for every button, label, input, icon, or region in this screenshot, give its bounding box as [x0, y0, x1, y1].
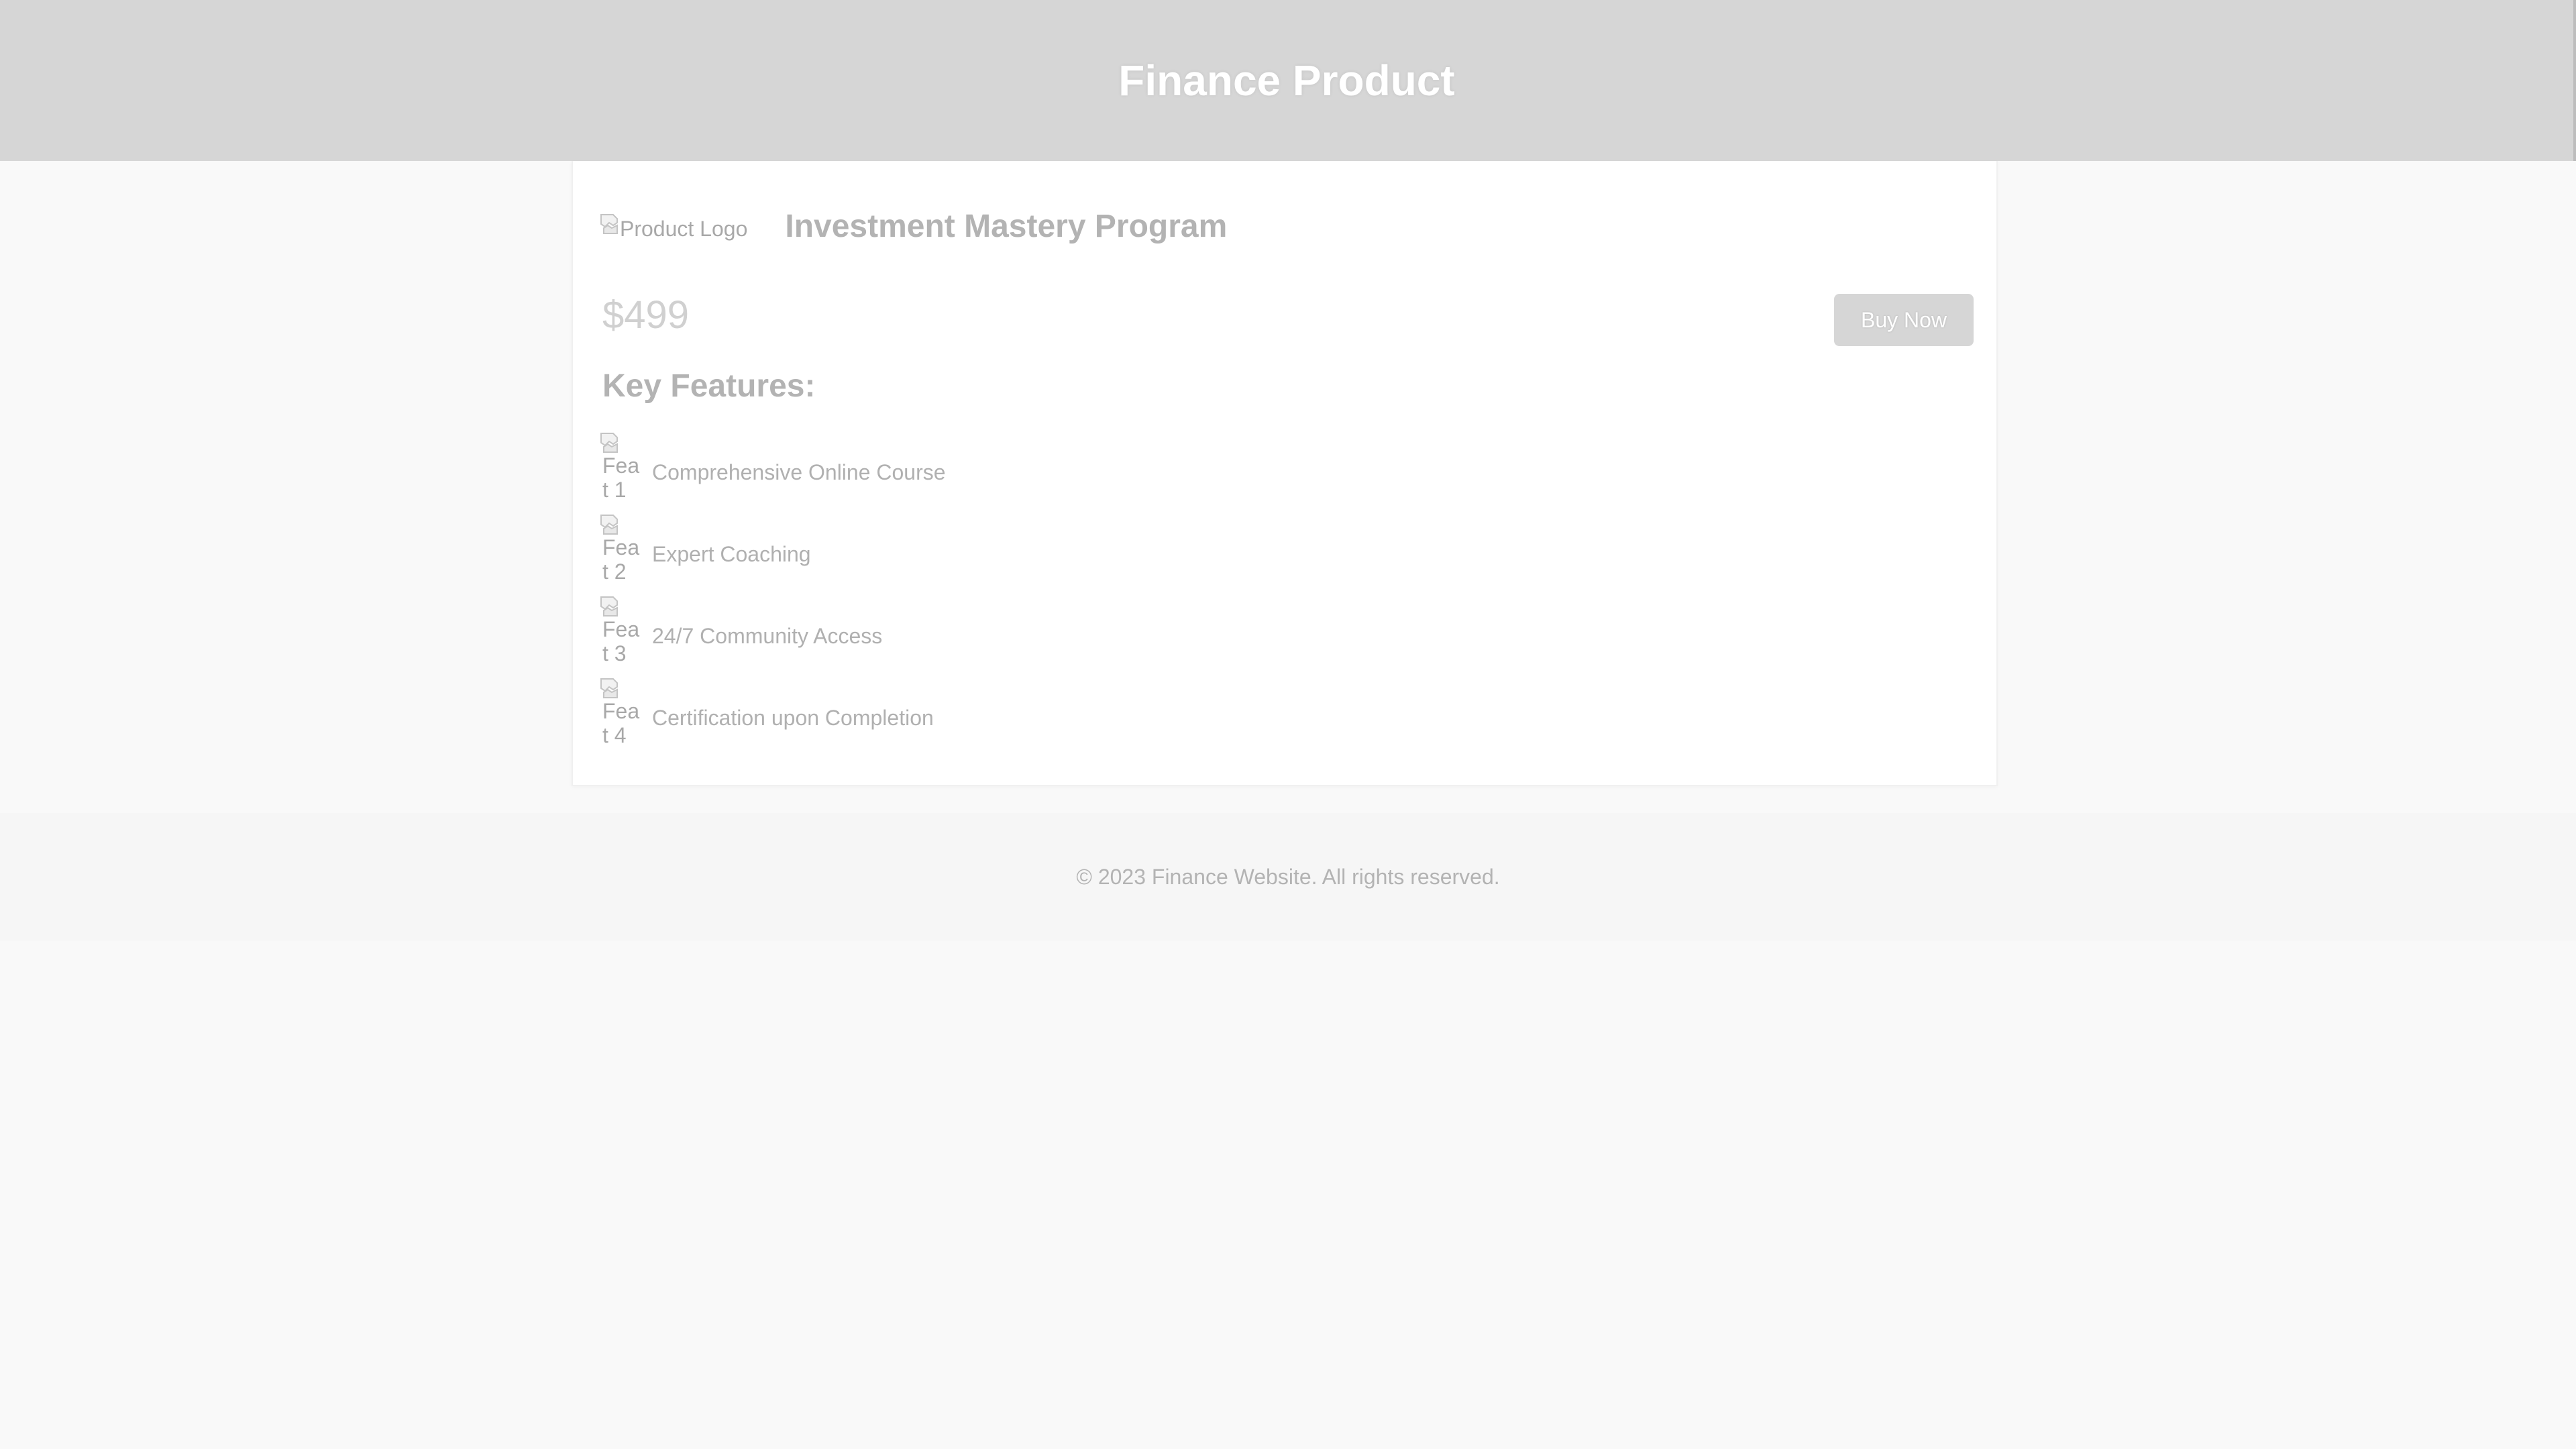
feature-label: 24/7 Community Access [652, 624, 883, 648]
product-logo: Product Logo [600, 213, 747, 240]
product-header: Product Logo Investment Mastery Program [600, 208, 1227, 245]
features-title: Key Features: [602, 368, 816, 404]
broken-image-icon [600, 678, 620, 699]
broken-image-icon [600, 514, 620, 535]
page-footer: © 2023 Finance Website. All rights reser… [0, 813, 2576, 941]
feature-icon-alt: Feat 1 [602, 453, 640, 502]
feature-icon: Feat 2 [600, 514, 641, 589]
list-item: Feat 2 Expert Coaching [600, 514, 946, 596]
product-logo-alt: Product Logo [620, 216, 748, 241]
footer-copyright: © 2023 Finance Website. All rights reser… [1076, 864, 1500, 889]
feature-icon: Feat 3 [600, 596, 641, 671]
product-card: Product Logo Investment Mastery Program … [572, 161, 1998, 786]
feature-label: Expert Coaching [652, 542, 811, 566]
list-item: Feat 3 24/7 Community Access [600, 596, 946, 678]
broken-image-icon [600, 213, 620, 235]
feature-icon: Feat 4 [600, 678, 641, 753]
feature-icon-alt: Feat 3 [602, 617, 640, 665]
feature-label: Comprehensive Online Course [652, 460, 946, 484]
feature-icon: Feat 1 [600, 432, 641, 507]
product-name: Investment Mastery Program [785, 209, 1228, 244]
page-title: Finance Product [1118, 56, 1455, 105]
list-item: Feat 1 Comprehensive Online Course [600, 432, 946, 514]
feature-list: Feat 1 Comprehensive Online Course Feat … [600, 432, 946, 759]
buy-now-button[interactable]: Buy Now [1834, 294, 1974, 346]
product-price: $499 [602, 293, 690, 337]
feature-label: Certification upon Completion [652, 706, 934, 730]
feature-icon-alt: Feat 4 [602, 699, 640, 747]
page-header: Finance Product [0, 0, 2576, 161]
list-item: Feat 4 Certification upon Completion [600, 678, 946, 759]
broken-image-icon [600, 596, 620, 617]
broken-image-icon [600, 432, 620, 453]
feature-icon-alt: Feat 2 [602, 535, 640, 584]
